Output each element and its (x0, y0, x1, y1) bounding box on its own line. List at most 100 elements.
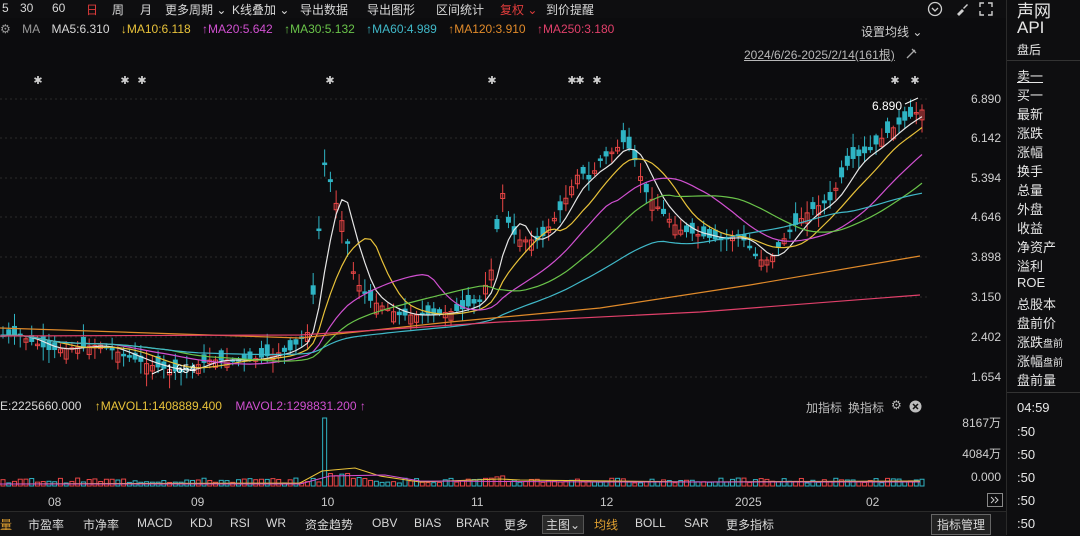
period-60[interactable]: 60 (52, 1, 65, 15)
indicator-more[interactable]: 更多 (504, 516, 528, 533)
volume-bar (121, 478, 127, 487)
volume-bar (75, 477, 81, 487)
export-chart-button[interactable]: 导出图形 (367, 1, 415, 18)
volume-bar (109, 478, 115, 487)
candle-body (287, 340, 293, 351)
volume-bar (448, 477, 454, 487)
date-tick: 08 (48, 495, 62, 509)
indicator-bar: 量 市盈率 市净率 MACD KDJ RSI WR 资金趋势 OBV BIAS … (0, 511, 1006, 536)
indicator-bias[interactable]: BIAS (414, 516, 441, 530)
date-tick: 12 (600, 495, 614, 509)
field-ask1[interactable]: 卖一 (1017, 66, 1043, 85)
volume-bar (391, 481, 397, 487)
switch-indicator-button[interactable]: 换指标 (848, 399, 884, 416)
settings-dots-icon[interactable]: ⚙ (0, 22, 11, 36)
fullscreen-icon[interactable] (978, 1, 994, 17)
field-nav: 净资产 (1017, 240, 1057, 255)
event-marker: ✱ (890, 74, 899, 87)
volume-bar (661, 479, 667, 487)
main-chart-dropdown[interactable]: 主图⌄ (542, 515, 585, 534)
candle-body (706, 229, 712, 238)
period-week[interactable]: 周 (112, 1, 124, 18)
indicator-rsi[interactable]: RSI (230, 516, 250, 530)
field-roe: ROE (1017, 275, 1046, 290)
ma10-value: ↓MA10:6.118 (120, 22, 191, 36)
adjust-dropdown[interactable]: 复权 ⌄ (500, 1, 537, 18)
indicator-pb[interactable]: 市净率 (83, 516, 119, 533)
premarket-tag: 盘前 (1043, 339, 1064, 350)
add-indicator-button[interactable]: 加指标 (806, 399, 842, 416)
volume-bar (689, 479, 695, 487)
period-month[interactable]: 月 (140, 1, 152, 18)
price-tick: 4.646 (970, 210, 1001, 224)
volume-bar (385, 481, 391, 487)
event-marker: ✱ (120, 74, 129, 87)
ma120-value: ↑MA120:3.910 (448, 22, 526, 36)
candle-body (293, 339, 299, 345)
indicator-volume[interactable]: 量 (0, 516, 12, 533)
gear-icon[interactable]: ⚙ (891, 398, 902, 412)
volume-bar (437, 481, 443, 487)
export-data-button[interactable]: 导出数据 (300, 1, 348, 18)
volume-bar (919, 478, 925, 487)
range-stats-button[interactable]: 区间统计 (436, 1, 484, 18)
session-label: 盘后 (1017, 43, 1042, 57)
field-premarket-volume: 盘前量 (1017, 373, 1057, 388)
date-tick: 02 (866, 495, 880, 509)
circle-chevron-icon[interactable] (927, 1, 943, 17)
indicator-macd[interactable]: MACD (137, 516, 172, 530)
indicator-kdj[interactable]: KDJ (190, 516, 213, 530)
field-change-pct: 涨幅 (1017, 145, 1044, 160)
candle-body (109, 347, 115, 351)
period-day[interactable]: 日 (86, 1, 98, 18)
overlay-more[interactable]: 更多指标 (726, 516, 774, 533)
candle-body (597, 158, 603, 161)
indicator-manage-button[interactable]: 指标管理 (931, 514, 992, 535)
indicator-brar[interactable]: BRAR (456, 516, 489, 530)
candle-body (465, 295, 471, 307)
candle-body (505, 216, 511, 223)
overlay-boll[interactable]: BOLL (635, 516, 666, 530)
candle-body (258, 348, 264, 358)
volume-bar (821, 479, 827, 487)
candle-body (437, 309, 443, 314)
candle-body (810, 202, 816, 210)
stock-code: API (1017, 18, 1045, 37)
event-marker: ✱ (575, 74, 584, 87)
ma-settings-button[interactable]: 设置均线 ⌄ (861, 23, 922, 40)
ma5-value: MA5:6.310 (51, 22, 110, 36)
field-last: 最新 (1017, 107, 1044, 122)
indicator-wr[interactable]: WR (266, 516, 286, 530)
volume-bar (373, 480, 379, 487)
field-premarket-change: 涨跌盘前 (1017, 332, 1063, 351)
premarket-pct-label: 涨幅 (1017, 354, 1044, 369)
volume-chart[interactable] (0, 416, 930, 490)
period-5[interactable]: 5 (2, 1, 9, 15)
kline-overlay-dropdown[interactable]: K线叠加 ⌄ (232, 1, 289, 18)
candle-body (80, 336, 86, 348)
candle-body (310, 285, 316, 295)
price-tick: 3.150 (970, 290, 1001, 304)
price-alert-button[interactable]: 到价提醒 (546, 1, 594, 18)
volume-value: E:2225660.000 (0, 399, 82, 413)
candle-body (862, 146, 868, 154)
event-marker: ✱ (325, 74, 334, 87)
date-tick: 09 (191, 495, 205, 509)
volume-bar (362, 477, 368, 487)
candle-body (281, 347, 287, 352)
volume-bar (649, 478, 655, 487)
scroll-right-icon[interactable] (987, 493, 1003, 507)
indicator-fund-trend[interactable]: 资金趋势 (305, 516, 353, 533)
price-chart[interactable]: ✱ ✱ ✱ ✱ ✱ ✱✱ ✱ ✱ ✱ (0, 60, 930, 395)
indicator-obv[interactable]: OBV (372, 516, 397, 530)
brush-icon[interactable] (953, 1, 969, 17)
indicator-pe[interactable]: 市盈率 (28, 516, 64, 533)
candle-body (643, 183, 649, 193)
close-icon[interactable] (909, 400, 922, 413)
period-30[interactable]: 30 (20, 1, 33, 15)
more-periods-dropdown[interactable]: 更多周期 ⌄ (165, 1, 226, 18)
pin-icon[interactable] (906, 47, 918, 59)
overlay-sar[interactable]: SAR (684, 516, 709, 530)
overlay-ma[interactable]: 均线 (594, 516, 618, 533)
event-marker: ✱ (910, 74, 919, 87)
